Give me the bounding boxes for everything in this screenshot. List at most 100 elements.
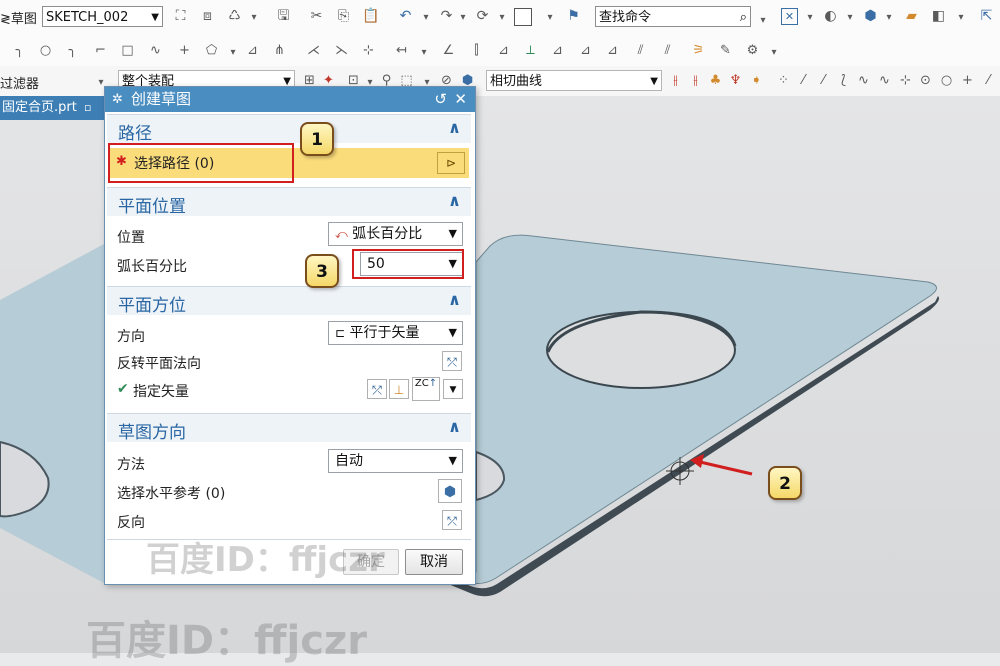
section-path-header[interactable]: 路径 ∧ bbox=[107, 114, 471, 144]
part-file-tab[interactable]: 固定合页.prt ▫ bbox=[0, 96, 112, 120]
relations-icon[interactable]: ⊿ bbox=[549, 42, 566, 59]
chevron-down-icon[interactable]: ▾ bbox=[228, 44, 238, 61]
close-icon[interactable]: ✕ bbox=[454, 87, 467, 112]
position-dropdown[interactable]: ⤺ 弧长百分比 ▼ bbox=[328, 222, 463, 246]
sketch-view-icon[interactable]: ⧈ bbox=[199, 8, 216, 25]
collapse-icon[interactable]: ∧ bbox=[448, 417, 461, 436]
sketch-update-icon[interactable]: ♺ bbox=[226, 8, 243, 25]
curve-select-icon[interactable]: ⊳ bbox=[437, 152, 465, 174]
chevron-down-icon[interactable]: ▾ bbox=[421, 9, 431, 26]
inferred-constraints-icon[interactable]: ⫽ bbox=[632, 42, 649, 59]
chevron-down-icon[interactable]: ▾ bbox=[845, 9, 855, 26]
snap-quadrant-icon[interactable]: ○ bbox=[938, 72, 955, 89]
dimension-icon[interactable]: ↤ bbox=[393, 42, 410, 59]
polygon-icon[interactable]: ⬠ bbox=[203, 42, 220, 59]
snap-point-on-curve-icon[interactable]: + bbox=[959, 72, 976, 89]
sketch-name-combo[interactable]: SKETCH_002 ▼ bbox=[42, 6, 163, 27]
snap-existing-point-icon[interactable]: ⊹ bbox=[897, 72, 914, 89]
chevron-down-icon[interactable]: ▾ bbox=[769, 44, 779, 61]
rectangle-icon[interactable]: □ bbox=[119, 42, 136, 59]
snap-midpoint-icon[interactable]: ⁄ bbox=[795, 72, 812, 89]
search-icon[interactable]: ⌕ bbox=[740, 7, 747, 28]
collapse-icon[interactable]: ∧ bbox=[448, 118, 461, 137]
view-orient-icon[interactable]: ◧ bbox=[930, 8, 947, 25]
arrow-right-icon[interactable]: ➧ bbox=[748, 72, 765, 89]
method-dropdown[interactable]: 自动 ▼ bbox=[328, 449, 463, 473]
repeat-command-icon[interactable]: ⟳ bbox=[474, 8, 491, 25]
snap-endpoint-icon[interactable]: ⁘ bbox=[775, 72, 792, 89]
fillet-icon[interactable]: ⌐ bbox=[92, 42, 109, 59]
save-icon[interactable]: 🖫 bbox=[275, 8, 292, 25]
arc-icon[interactable]: ╮ bbox=[64, 42, 81, 59]
animate-dimension-icon[interactable]: ⚞ bbox=[690, 42, 707, 59]
chevron-down-icon[interactable]: ▾ bbox=[758, 12, 768, 29]
sketch-finish-icon[interactable]: ⛶ bbox=[172, 8, 189, 25]
section-plane-position-header[interactable]: 平面位置 ∧ bbox=[107, 187, 471, 217]
pattern-curve-icon[interactable]: ⋔ bbox=[271, 42, 288, 59]
layer-settings-icon[interactable]: ▰ bbox=[903, 8, 920, 25]
auto-constrain-icon[interactable]: ⊿ bbox=[495, 42, 512, 59]
chevron-down-icon[interactable]: ▾ bbox=[956, 9, 966, 26]
alternate-solution-icon[interactable]: ⊿ bbox=[604, 42, 621, 59]
direction-dropdown[interactable]: ⊏ 平行于矢量 ▼ bbox=[328, 321, 463, 345]
find-command-input[interactable]: 查找命令 ⌕ bbox=[595, 6, 751, 27]
show-constraints-icon[interactable]: ⟂ bbox=[522, 42, 539, 59]
redo-icon[interactable]: ↷ bbox=[438, 8, 455, 25]
select-reference-icon[interactable]: ⬢ bbox=[438, 479, 462, 503]
geometric-constraint-icon[interactable]: ⫿ bbox=[468, 42, 485, 59]
gear-icon[interactable]: ✲ bbox=[112, 87, 123, 112]
point-icon[interactable]: + bbox=[176, 42, 193, 59]
touch-mode-icon[interactable]: ⚑ bbox=[565, 8, 582, 25]
snap-bounded-icon[interactable]: ⁄ bbox=[980, 72, 997, 89]
collapse-icon[interactable]: ∧ bbox=[448, 191, 461, 210]
convert-reference-icon[interactable]: ⊿ bbox=[577, 42, 594, 59]
feature-curves-icon[interactable]: ♣ bbox=[707, 72, 724, 89]
render-style-icon[interactable]: ◐ bbox=[822, 8, 839, 25]
reset-icon[interactable]: ↺ bbox=[434, 87, 447, 112]
stop-at-intersection-icon[interactable]: ⫲ bbox=[667, 72, 684, 89]
quick-trim-icon[interactable]: ⋌ bbox=[305, 42, 322, 59]
paste-icon[interactable]: 📋 bbox=[362, 8, 379, 25]
circle-icon[interactable]: ○ bbox=[37, 42, 54, 59]
make-corner-icon[interactable]: ⊹ bbox=[360, 42, 377, 59]
chevron-down-icon[interactable]: ▾ bbox=[884, 9, 894, 26]
section-plane-orientation-header[interactable]: 平面方位 ∧ bbox=[107, 286, 471, 316]
snap-intersection-icon[interactable]: ⟅ bbox=[835, 72, 852, 89]
cut-icon[interactable]: ✂ bbox=[308, 8, 325, 25]
chevron-down-icon[interactable]: ▾ bbox=[458, 9, 468, 26]
fit-view-icon[interactable]: ✕ bbox=[781, 8, 798, 25]
pin-icon[interactable]: ▫ bbox=[84, 101, 91, 114]
zc-axis-button[interactable]: ZC↑ bbox=[412, 377, 440, 401]
snap-center-icon[interactable]: ⊙ bbox=[917, 72, 934, 89]
sketch-style-icon[interactable]: ✎ bbox=[717, 42, 734, 59]
profile-icon[interactable]: ╮ bbox=[11, 42, 28, 59]
export-icon[interactable]: ⇱ bbox=[978, 8, 995, 25]
quick-extend-icon[interactable]: ⋋ bbox=[333, 42, 350, 59]
vector-dialog-icon[interactable]: ⊥ bbox=[389, 379, 409, 399]
reverse-vector-icon[interactable]: ⤱ bbox=[367, 379, 387, 399]
chevron-down-icon[interactable]: ▾ bbox=[497, 9, 507, 26]
snap-control-icon[interactable]: ⁄ bbox=[815, 72, 832, 89]
hint-icon[interactable]: ♆ bbox=[727, 72, 744, 89]
chevron-down-icon[interactable]: ▼ bbox=[443, 379, 463, 399]
snap-tangent-icon[interactable]: ∿ bbox=[876, 72, 893, 89]
follow-fillet-icon[interactable]: ⫲ bbox=[687, 72, 704, 89]
window-icon[interactable] bbox=[514, 8, 532, 26]
constraint-settings-icon[interactable]: ⫽ bbox=[659, 42, 676, 59]
snap-arc-center-icon[interactable]: ∿ bbox=[855, 72, 872, 89]
chevron-down-icon[interactable]: ▾ bbox=[249, 9, 259, 26]
undo-icon[interactable]: ↶ bbox=[397, 8, 414, 25]
offset-curve-icon[interactable]: ⊿ bbox=[244, 42, 261, 59]
sketch-tools-icon[interactable]: ⚙ bbox=[744, 42, 761, 59]
chevron-down-icon[interactable]: ▾ bbox=[419, 44, 429, 61]
studio-spline-icon[interactable]: ∿ bbox=[147, 42, 164, 59]
copy-icon[interactable]: ⎘ bbox=[335, 8, 352, 25]
chevron-down-icon[interactable]: ▾ bbox=[545, 9, 555, 26]
shaded-cube-icon[interactable]: ⬢ bbox=[862, 8, 879, 25]
constraint-icon[interactable]: ∠ bbox=[440, 42, 457, 59]
collapse-icon[interactable]: ∧ bbox=[448, 290, 461, 309]
chevron-down-icon[interactable]: ▾ bbox=[805, 9, 815, 26]
dialog-title-bar[interactable]: ✲ 创建草图 ↺ ✕ bbox=[105, 87, 475, 112]
section-sketch-orientation-header[interactable]: 草图方向 ∧ bbox=[107, 413, 471, 443]
reverse-sketch-direction-icon[interactable]: ⤱ bbox=[442, 510, 462, 530]
